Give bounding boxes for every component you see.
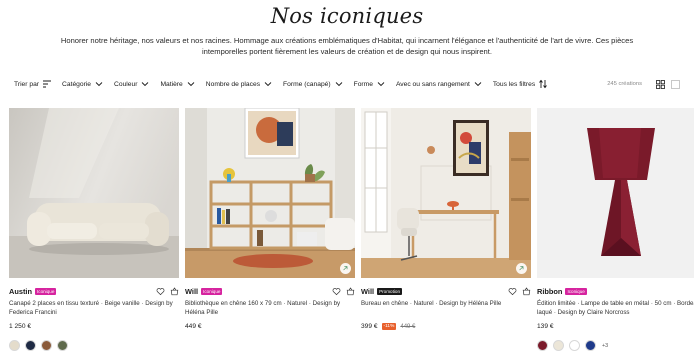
filter-couleur[interactable]: Couleur (114, 80, 150, 88)
product-name[interactable]: Ribbon (537, 287, 562, 296)
more-colors[interactable]: +3 (602, 343, 608, 349)
color-swatch[interactable] (553, 340, 564, 351)
filter-label: Catégorie (62, 80, 92, 88)
color-swatch[interactable] (57, 340, 68, 351)
heart-icon[interactable] (508, 287, 517, 296)
sliders-icon (538, 79, 548, 89)
product-name[interactable]: Will (361, 287, 374, 296)
chevron-down-icon (94, 80, 104, 88)
results-count: 245 créations (607, 81, 642, 87)
product-price: 449 € (185, 323, 202, 330)
all-filters-label: Tous les filtres (492, 80, 536, 88)
page-title: Nos iconiques (270, 4, 424, 28)
product-description: Édition limitée · Lampe de table en méta… (537, 300, 694, 316)
discount-badge: -11% (381, 323, 397, 330)
filter-matiere[interactable]: Matière (160, 80, 195, 88)
old-price: 449 € (400, 323, 416, 330)
chevron-down-icon (186, 80, 196, 88)
chevron-down-icon (334, 80, 344, 88)
product-price: 139 € (537, 323, 554, 330)
sort-lines-icon (42, 80, 52, 88)
sort-label: Trier par (14, 80, 40, 88)
filter-nombre-places[interactable]: Nombre de places (206, 80, 273, 88)
iconique-badge: Iconique (35, 287, 57, 295)
list-view-icon[interactable] (671, 79, 680, 89)
chevron-down-icon (263, 80, 273, 88)
filter-label: Avec ou sans rangement (395, 80, 470, 88)
filter-categorie[interactable]: Catégorie (62, 80, 104, 88)
color-swatch[interactable] (25, 340, 36, 351)
sort-button[interactable]: Trier par (14, 80, 52, 88)
filter-label: Couleur (114, 80, 138, 88)
product-grid: Austin Iconique Canapé 2 places en tissu… (9, 108, 694, 353)
filter-label: Forme (canapé) (283, 80, 331, 88)
filter-rangement[interactable]: Avec ou sans rangement (396, 80, 483, 88)
color-swatch[interactable] (585, 340, 596, 351)
intro-line-2: intemporelles portent fièrement les vale… (202, 47, 492, 56)
product-price: 399 € (361, 323, 378, 330)
product-description: Canapé 2 places en tissu texturé · Beige… (9, 300, 173, 316)
color-swatches (9, 340, 73, 351)
basket-icon[interactable] (522, 286, 531, 296)
product-image[interactable] (537, 108, 694, 278)
color-swatch[interactable] (537, 340, 548, 351)
filter-label: Matière (160, 80, 183, 88)
filter-label: Nombre de places (205, 80, 261, 88)
product-name[interactable]: Austin (9, 287, 32, 296)
color-swatch[interactable] (41, 340, 52, 351)
iconique-badge: Iconique (565, 287, 587, 295)
basket-icon[interactable] (346, 286, 355, 296)
product-image[interactable] (9, 108, 179, 278)
filter-bar: Trier par Catégorie Couleur Matière Nomb… (14, 77, 680, 91)
heart-icon[interactable] (156, 287, 165, 296)
promotion-badge: Promotion (377, 287, 403, 295)
page-intro: Honorer notre héritage, nos valeurs et n… (30, 35, 664, 57)
filter-forme-canape[interactable]: Forme (canapé) (283, 80, 344, 88)
chevron-down-icon (140, 80, 150, 88)
intro-line-1: Honorer notre héritage, nos valeurs et n… (60, 36, 634, 45)
heart-icon[interactable] (332, 287, 341, 296)
filter-forme[interactable]: Forme (354, 80, 386, 88)
chevron-down-icon (376, 80, 386, 88)
product-image[interactable] (361, 108, 531, 278)
all-filters-button[interactable]: Tous les filtres (493, 79, 548, 89)
color-swatch[interactable] (9, 340, 20, 351)
iconique-badge: Iconique (201, 287, 223, 295)
3d-view-icon[interactable] (340, 263, 351, 274)
product-price: 1 250 € (9, 323, 31, 330)
grid-view-icon[interactable] (656, 79, 665, 89)
3d-view-icon[interactable] (516, 263, 527, 274)
product-name[interactable]: Will (185, 287, 198, 296)
product-description: Bureau en chêne · Naturel · Design by Hé… (361, 300, 502, 307)
product-image[interactable] (185, 108, 355, 278)
basket-icon[interactable] (170, 286, 179, 296)
filter-label: Forme (353, 80, 373, 88)
color-swatches: +3 (537, 340, 608, 351)
chevron-down-icon (473, 80, 483, 88)
color-swatch[interactable] (569, 340, 580, 351)
product-description: Bibliothèque en chêne 160 x 79 cm · Natu… (185, 300, 341, 316)
